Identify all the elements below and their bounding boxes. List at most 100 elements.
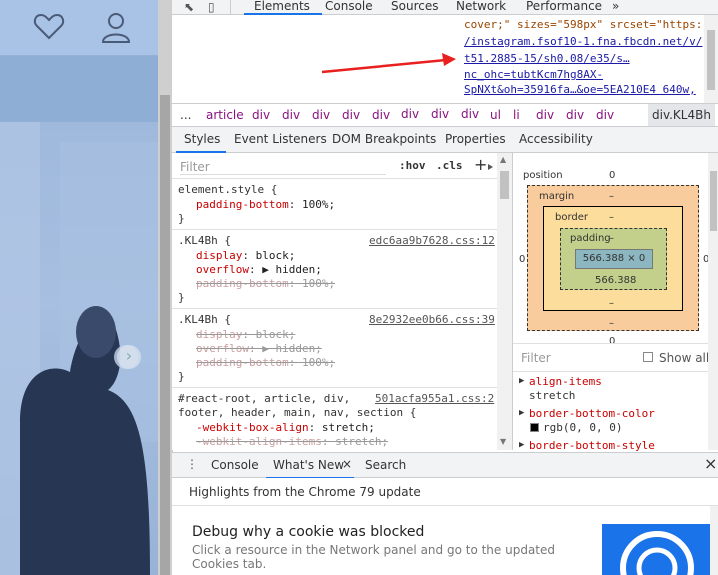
- show-all-checkbox[interactable]: [643, 352, 653, 362]
- computed-divider: [513, 371, 718, 372]
- tab-event-listeners[interactable]: Event Listeners: [234, 132, 327, 146]
- page-scrollbar-thumb[interactable]: [160, 95, 170, 575]
- rule-close: }: [178, 212, 185, 225]
- hov-toggle[interactable]: :hov: [399, 159, 426, 172]
- computed-scrollbar-thumb[interactable]: [710, 171, 717, 231]
- tab-elements[interactable]: Elements: [254, 0, 310, 13]
- toggle-sidebar-icon[interactable]: [488, 164, 496, 170]
- expand-arrow-icon[interactable]: ▶: [519, 408, 524, 418]
- tab-search[interactable]: Search: [365, 458, 406, 472]
- feature-title[interactable]: Debug why a cookie was blocked: [192, 524, 424, 540]
- dom-code-link[interactable]: nc_ohc=tubtKcm7hg8AX-: [464, 68, 603, 81]
- breadcrumb-item[interactable]: div: [252, 108, 270, 122]
- tab-drawer-console[interactable]: Console: [211, 458, 259, 472]
- computed-scrollbar[interactable]: [708, 153, 718, 450]
- boxmodel-padding-bottom-value: 566.388: [595, 275, 637, 286]
- drawer-menu-icon[interactable]: ⋮: [186, 457, 198, 471]
- rule-separator: [172, 229, 497, 230]
- rule-selector[interactable]: element.style {: [178, 183, 277, 196]
- tab-dom-breakpoints[interactable]: DOM Breakpoints: [332, 132, 436, 146]
- tab-properties[interactable]: Properties: [445, 132, 506, 146]
- tab-accessibility[interactable]: Accessibility: [519, 132, 593, 146]
- close-tab-icon[interactable]: ×: [342, 457, 352, 471]
- css-declaration-overridden[interactable]: padding-bottom: 100%;: [196, 356, 335, 369]
- breadcrumb-item[interactable]: div: [282, 108, 300, 122]
- breadcrumb-item-selected[interactable]: div.KL4Bh: [648, 104, 715, 126]
- breadcrumb-item[interactable]: div: [312, 108, 330, 122]
- breadcrumb-item[interactable]: div: [372, 108, 390, 122]
- tab-whats-new[interactable]: What's New: [273, 458, 344, 472]
- rule-selector-cont[interactable]: footer, header, main, nav, section {: [178, 406, 416, 419]
- breadcrumb-item[interactable]: div: [461, 107, 479, 121]
- scroll-up-icon[interactable]: ▲: [500, 155, 506, 164]
- expand-arrow-icon[interactable]: ▶: [519, 376, 524, 386]
- styles-scrollbar-thumb[interactable]: [500, 171, 509, 199]
- drawer-scrollbar[interactable]: [710, 506, 718, 575]
- css-declaration-overridden[interactable]: overflow: ▶ hidden;: [196, 342, 322, 355]
- breadcrumb-item[interactable]: div: [596, 108, 614, 122]
- elements-scrollbar-thumb[interactable]: [707, 30, 715, 90]
- breadcrumb-item[interactable]: ul: [490, 108, 501, 122]
- computed-filter-input[interactable]: Filter: [521, 351, 551, 365]
- profile-icon[interactable]: [99, 10, 133, 44]
- rule-selector[interactable]: #react-root, article, div,: [178, 392, 350, 405]
- styles-filter-input[interactable]: Filter: [180, 160, 386, 175]
- boxmodel-border-value: –: [609, 212, 614, 223]
- rule-selector[interactable]: .KL4Bh {: [178, 313, 231, 326]
- stylesheet-link[interactable]: 501acfa955a1.css:2: [375, 392, 494, 405]
- css-declaration[interactable]: overflow: ▶ hidden;: [196, 263, 322, 276]
- rule-separator: [172, 308, 497, 309]
- tab-styles[interactable]: Styles: [184, 132, 220, 146]
- breadcrumb-item[interactable]: ...: [180, 108, 191, 122]
- breadcrumb-item[interactable]: div: [566, 108, 584, 122]
- expand-arrow-icon[interactable]: ▶: [519, 440, 524, 450]
- scroll-down-icon[interactable]: ▼: [500, 437, 506, 446]
- next-photo-chevron-icon[interactable]: ›: [117, 345, 141, 369]
- styles-scrollbar[interactable]: ▲ ▼: [497, 153, 512, 450]
- breadcrumb-item[interactable]: article: [206, 108, 244, 122]
- computed-property[interactable]: align-items: [529, 375, 602, 388]
- inspect-element-icon[interactable]: ⬉: [184, 0, 194, 14]
- show-all-label[interactable]: Show all: [659, 351, 709, 365]
- css-value: 100%;: [301, 356, 336, 369]
- new-style-rule-button[interactable]: +: [474, 155, 487, 174]
- cls-toggle[interactable]: .cls: [436, 159, 463, 172]
- css-declaration[interactable]: display: block;: [196, 249, 295, 262]
- dom-code-link[interactable]: t51.2885-15/sh0.08/e35/s…: [464, 52, 630, 65]
- css-declaration-overridden[interactable]: -webkit-align-items: stretch;: [196, 435, 388, 448]
- drawer-tabs: ⋮ Console What's New × Search ×: [172, 452, 718, 479]
- computed-property[interactable]: border-bottom-style: [529, 439, 655, 452]
- boxmodel-content[interactable]: 566.388 × 0: [575, 249, 653, 269]
- tab-sources[interactable]: Sources: [391, 0, 438, 13]
- computed-value: stretch: [529, 389, 576, 402]
- color-swatch[interactable]: [530, 423, 539, 432]
- css-declaration[interactable]: -webkit-box-align: stretch;: [196, 421, 375, 434]
- css-value: block;: [255, 328, 296, 341]
- tab-network[interactable]: Network: [456, 0, 506, 13]
- feature-thumbnail[interactable]: [602, 524, 712, 575]
- breadcrumb-item[interactable]: div: [536, 108, 554, 122]
- dom-code-line: cover;" sizes="598px" srcset="https:: [464, 18, 703, 31]
- breadcrumb-item[interactable]: div: [401, 107, 419, 121]
- boxmodel-padding-label: padding: [570, 233, 611, 244]
- computed-property[interactable]: border-bottom-color: [529, 407, 655, 420]
- dom-code-link[interactable]: /instagram.fsof10-1.fna.fbcdn.net/v/: [464, 35, 702, 48]
- tab-console[interactable]: Console: [325, 0, 373, 13]
- rule-selector[interactable]: .KL4Bh {: [178, 234, 231, 247]
- css-declaration-overridden[interactable]: padding-bottom: 100%;: [196, 277, 335, 290]
- breadcrumb-item[interactable]: li: [513, 108, 520, 122]
- stylesheet-link[interactable]: 8e2932ee0b66.css:39: [369, 313, 495, 326]
- more-tabs-button[interactable]: »: [612, 0, 619, 13]
- boxmodel-left-value: 0: [519, 254, 526, 265]
- stylesheet-link[interactable]: edc6aa9b7628.css:12: [369, 234, 495, 247]
- drawer-close-icon[interactable]: ×: [704, 454, 717, 473]
- breadcrumb-item[interactable]: div: [431, 107, 449, 121]
- dom-code-link[interactable]: SpNXt&oh=35916fa…&oe=5EA210E4 640w,: [464, 83, 696, 96]
- breadcrumb-item[interactable]: div: [342, 108, 360, 122]
- styles-subtabs: Styles Event Listeners DOM Breakpoints P…: [172, 127, 718, 153]
- heart-icon[interactable]: [33, 11, 65, 41]
- tab-performance[interactable]: Performance: [526, 0, 602, 13]
- device-toolbar-icon[interactable]: ▯: [208, 0, 215, 14]
- css-declaration[interactable]: padding-bottom: 100%;: [196, 198, 335, 211]
- css-declaration-overridden[interactable]: display: block;: [196, 328, 295, 341]
